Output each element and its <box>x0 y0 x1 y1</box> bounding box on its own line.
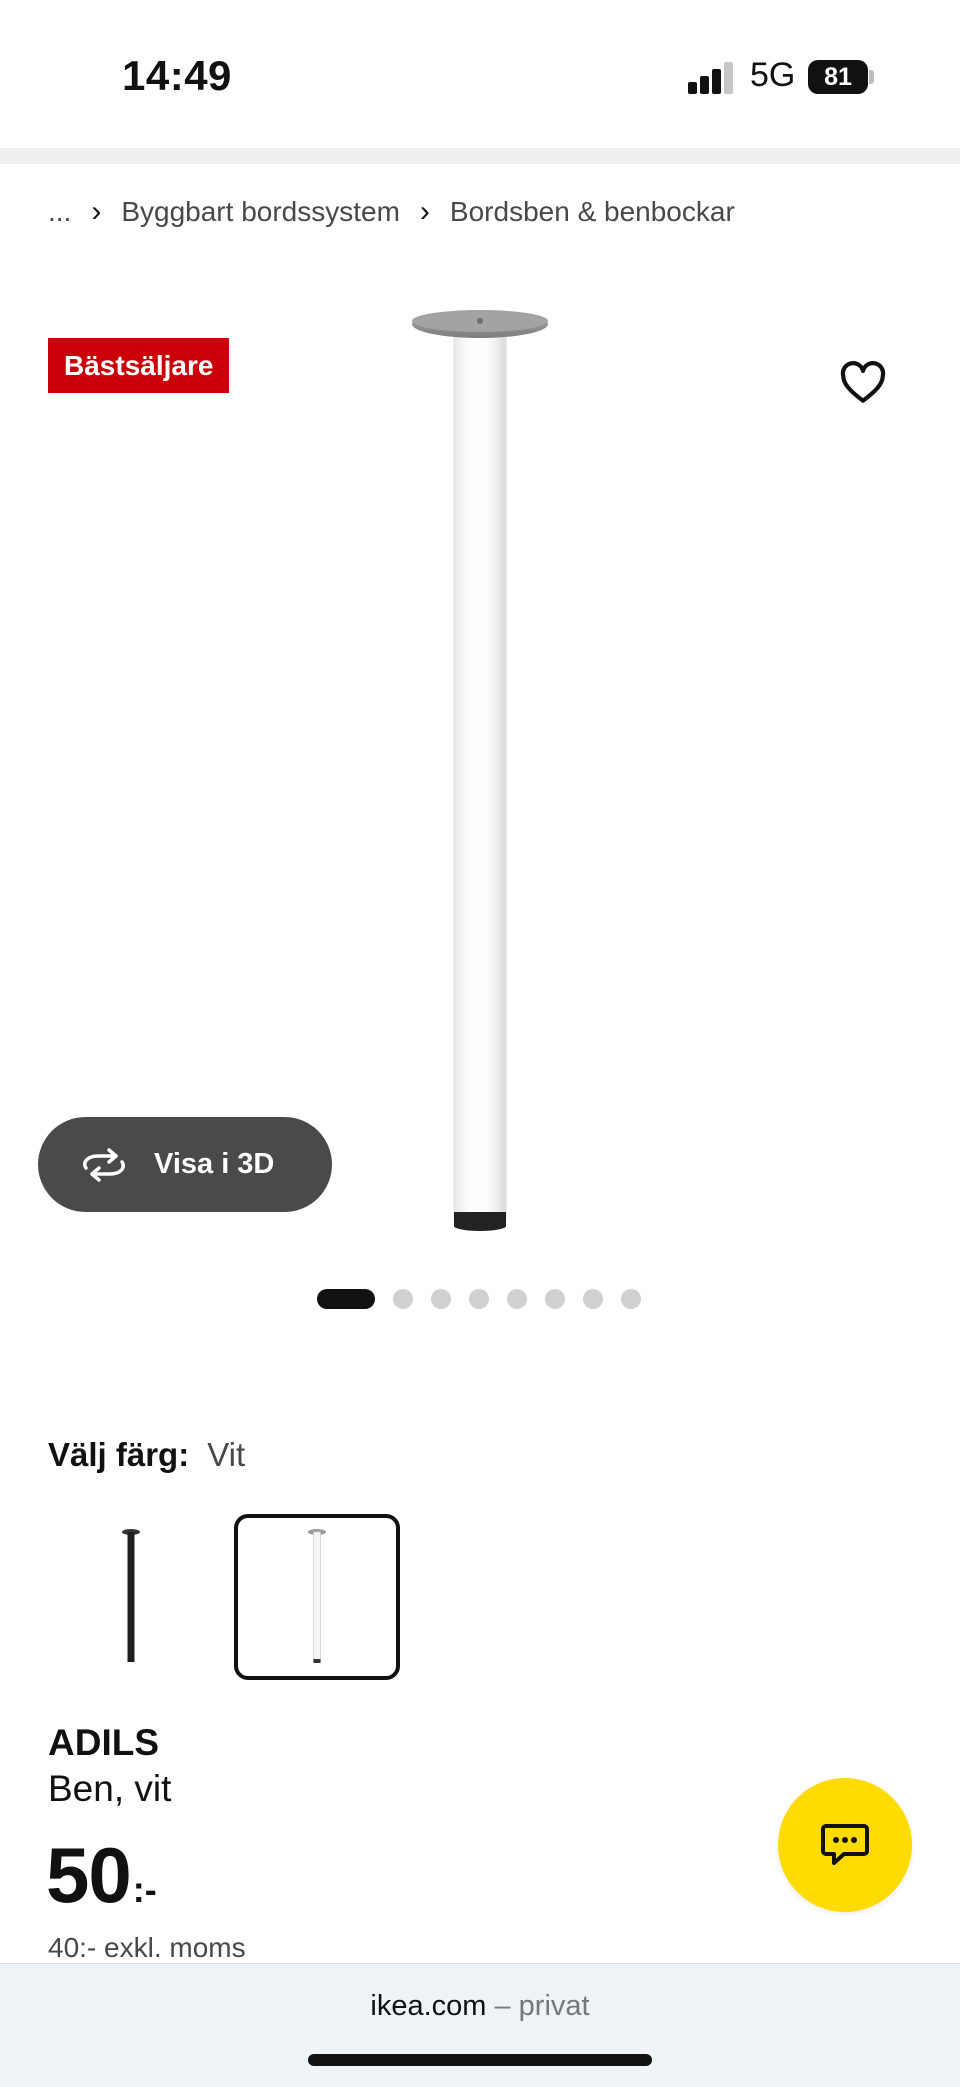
browsing-mode: – privat <box>486 1990 590 2022</box>
header-divider <box>0 148 960 164</box>
url-text: ikea.com – privat <box>0 1990 960 2023</box>
pagination-dot[interactable] <box>621 1289 641 1309</box>
pagination-dot[interactable] <box>393 1289 413 1309</box>
browser-url-bar[interactable]: ikea.com – privat <box>0 1963 960 2087</box>
home-indicator[interactable] <box>308 2054 652 2066</box>
breadcrumb: ... › Byggbart bordssystem › Bordsben & … <box>48 190 735 234</box>
selected-color: Vit <box>207 1436 246 1473</box>
price-ex-vat: 40:- exkl. moms <box>48 1932 246 1963</box>
status-time: 14:49 <box>122 52 232 99</box>
white-leg-thumbnail <box>308 1529 326 1663</box>
network-type: 5G <box>750 56 796 94</box>
chat-icon <box>821 1824 869 1865</box>
gallery-pagination <box>317 1288 659 1310</box>
breadcrumb-item-byggbart[interactable]: Byggbart bordssystem <box>121 196 400 228</box>
pagination-dot[interactable] <box>583 1289 603 1309</box>
color-selector-label: Välj färg: Vit <box>48 1436 245 1474</box>
battery-tip <box>869 70 874 84</box>
url-domain: ikea.com <box>370 1990 487 2022</box>
pagination-dot[interactable] <box>317 1289 375 1309</box>
bestseller-badge: Bästsäljare <box>48 338 230 393</box>
chat-button[interactable] <box>778 1778 912 1912</box>
pagination-dot[interactable] <box>431 1289 451 1309</box>
pagination-dot[interactable] <box>469 1289 489 1309</box>
price-value: 50 <box>46 1831 132 1919</box>
heart-icon <box>840 361 886 403</box>
color-option-white[interactable] <box>234 1514 400 1680</box>
breadcrumb-item-bordsben[interactable]: Bordsben & benbockar <box>450 196 735 228</box>
color-option-black[interactable] <box>48 1514 214 1680</box>
battery-icon: 81 <box>808 60 868 94</box>
product-description: Ben, vit <box>48 1768 172 1809</box>
product-price: 50 :- <box>46 1830 157 1921</box>
price-suffix: :- <box>132 1869 157 1910</box>
breadcrumb-ellipsis[interactable]: ... <box>48 196 71 228</box>
black-leg-thumbnail <box>122 1529 140 1662</box>
chevron-right-icon: › <box>91 195 102 228</box>
view-3d-label: Visa i 3D <box>154 1148 275 1180</box>
favorite-button[interactable] <box>838 358 888 408</box>
pagination-dot[interactable] <box>507 1289 527 1309</box>
view-3d-button[interactable]: Visa i 3D <box>38 1117 332 1212</box>
pagination-dot[interactable] <box>545 1289 565 1309</box>
status-bar: 14:49 5G 81 <box>0 0 960 148</box>
signal-icon <box>688 62 734 94</box>
chevron-right-icon: › <box>419 195 430 228</box>
product-name: ADILS <box>48 1722 159 1763</box>
product-image[interactable] <box>410 308 550 1234</box>
rotate-3d-icon <box>83 1147 125 1182</box>
color-label: Välj färg: <box>48 1436 190 1473</box>
